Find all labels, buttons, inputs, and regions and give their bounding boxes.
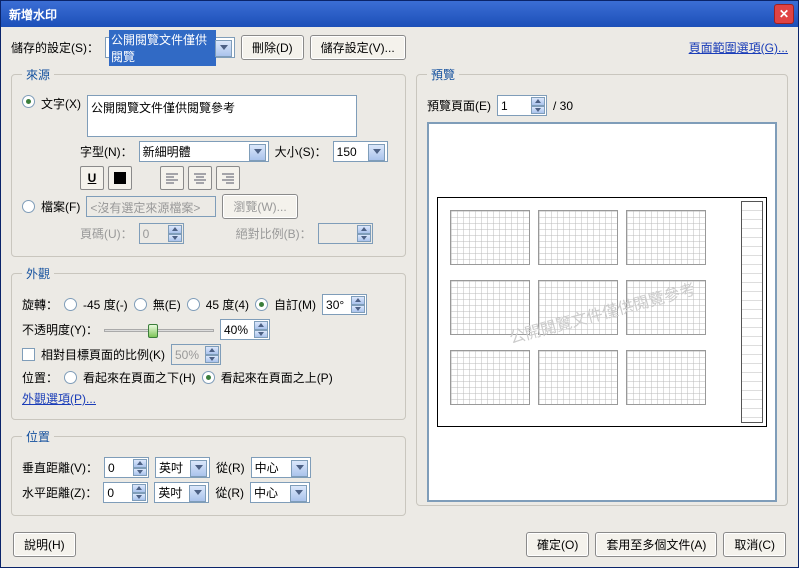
appearance-legend: 外觀	[22, 265, 54, 282]
preview-page-spin[interactable]: 1	[497, 95, 547, 116]
align-right-icon[interactable]	[216, 166, 240, 190]
rot-n45-radio[interactable]	[64, 298, 77, 311]
file-radio-label: 檔案(F)	[41, 198, 80, 215]
preview-legend: 預覽	[427, 66, 459, 83]
hfrom-select[interactable]: 中心	[250, 482, 310, 503]
vdist-spin[interactable]: 0	[104, 457, 149, 478]
file-radio[interactable]	[22, 200, 35, 213]
position-group: 位置 垂直距離(V)： 0 英吋 從(R) 中心 水平距離(Z)： 0 英吋 從…	[11, 428, 406, 516]
source-legend: 來源	[22, 66, 54, 83]
text-input[interactable]: 公開閱覽文件僅供閱覽參考	[87, 95, 357, 137]
underline-icon[interactable]: U	[80, 166, 104, 190]
relative-scale-spin: 50%	[171, 344, 221, 365]
preview-page-label: 預覽頁面(E)	[427, 97, 491, 114]
page-range-link[interactable]: 頁面範圍選項(G)...	[689, 39, 788, 56]
font-select[interactable]: 新細明體	[139, 141, 269, 162]
font-label: 字型(N)：	[80, 143, 133, 160]
align-center-icon[interactable]	[188, 166, 212, 190]
abs-scale-spin	[318, 223, 373, 244]
apply-multiple-button[interactable]: 套用至多個文件(A)	[595, 532, 717, 557]
appearance-options-link[interactable]: 外觀選項(P)...	[22, 390, 96, 407]
help-button[interactable]: 說明(H)	[13, 532, 76, 557]
close-button[interactable]: ✕	[774, 4, 794, 24]
relative-scale-label: 相對目標頁面的比例(K)	[41, 346, 165, 363]
appearance-group: 外觀 旋轉： -45 度(-) 無(E) 45 度(4) 自訂(M) 30° 不…	[11, 265, 406, 420]
cancel-button[interactable]: 取消(C)	[723, 532, 786, 557]
page-num-spin: 0	[139, 223, 184, 244]
rot-none-radio[interactable]	[134, 298, 147, 311]
ok-button[interactable]: 確定(O)	[526, 532, 589, 557]
align-left-icon[interactable]	[160, 166, 184, 190]
size-select[interactable]: 150	[333, 141, 388, 162]
opacity-label: 不透明度(Y)：	[22, 321, 98, 338]
rot-45-radio[interactable]	[187, 298, 200, 311]
text-radio-label: 文字(X)	[41, 95, 81, 112]
preview-group: 預覽 預覽頁面(E) 1 / 30	[416, 66, 788, 506]
window-title: 新增水印	[5, 6, 774, 23]
browse-button[interactable]: 瀏覽(W)...	[222, 194, 297, 219]
hdist-label: 水平距離(Z)：	[22, 484, 97, 501]
source-group: 來源 文字(X) 公開閱覽文件僅供閱覽參考 字型(N)： 新細明體 大小(S)：…	[11, 66, 406, 257]
preview-page-total: / 30	[553, 99, 573, 113]
titlebar: 新增水印 ✕	[1, 1, 798, 27]
vdist-unit-select[interactable]: 英吋	[155, 457, 210, 478]
page-num-label: 頁碼(U)：	[80, 225, 133, 242]
saved-settings-select[interactable]: 公開閱覽文件僅供閱覽	[105, 37, 235, 58]
delete-button[interactable]: 刪除(D)	[241, 35, 304, 60]
saved-settings-label: 儲存的設定(S)：	[11, 39, 99, 56]
hfrom-label: 從(R)	[215, 484, 244, 501]
opacity-slider[interactable]	[104, 321, 214, 339]
color-icon[interactable]	[108, 166, 132, 190]
opacity-spin[interactable]: 40%	[220, 319, 270, 340]
preview-canvas: 公開閱覽文件僅供閱覽參考	[427, 122, 777, 502]
rot-value-spin[interactable]: 30°	[322, 294, 367, 315]
loc-front-radio[interactable]	[202, 371, 215, 384]
location-label: 位置：	[22, 369, 58, 386]
hdist-unit-select[interactable]: 英吋	[154, 482, 209, 503]
abs-scale-label: 絕對比例(B)：	[236, 225, 312, 242]
hdist-spin[interactable]: 0	[103, 482, 148, 503]
relative-scale-check[interactable]	[22, 348, 35, 361]
rot-custom-radio[interactable]	[255, 298, 268, 311]
rotate-label: 旋轉：	[22, 296, 58, 313]
vfrom-select[interactable]: 中心	[251, 457, 311, 478]
save-settings-button[interactable]: 儲存設定(V)...	[310, 35, 406, 60]
file-path-input: <沒有選定來源檔案>	[86, 196, 216, 217]
loc-behind-radio[interactable]	[64, 371, 77, 384]
size-label: 大小(S)：	[275, 143, 327, 160]
position-legend: 位置	[22, 428, 54, 445]
vdist-label: 垂直距離(V)：	[22, 459, 98, 476]
text-radio[interactable]	[22, 95, 35, 108]
vfrom-label: 從(R)	[216, 459, 245, 476]
